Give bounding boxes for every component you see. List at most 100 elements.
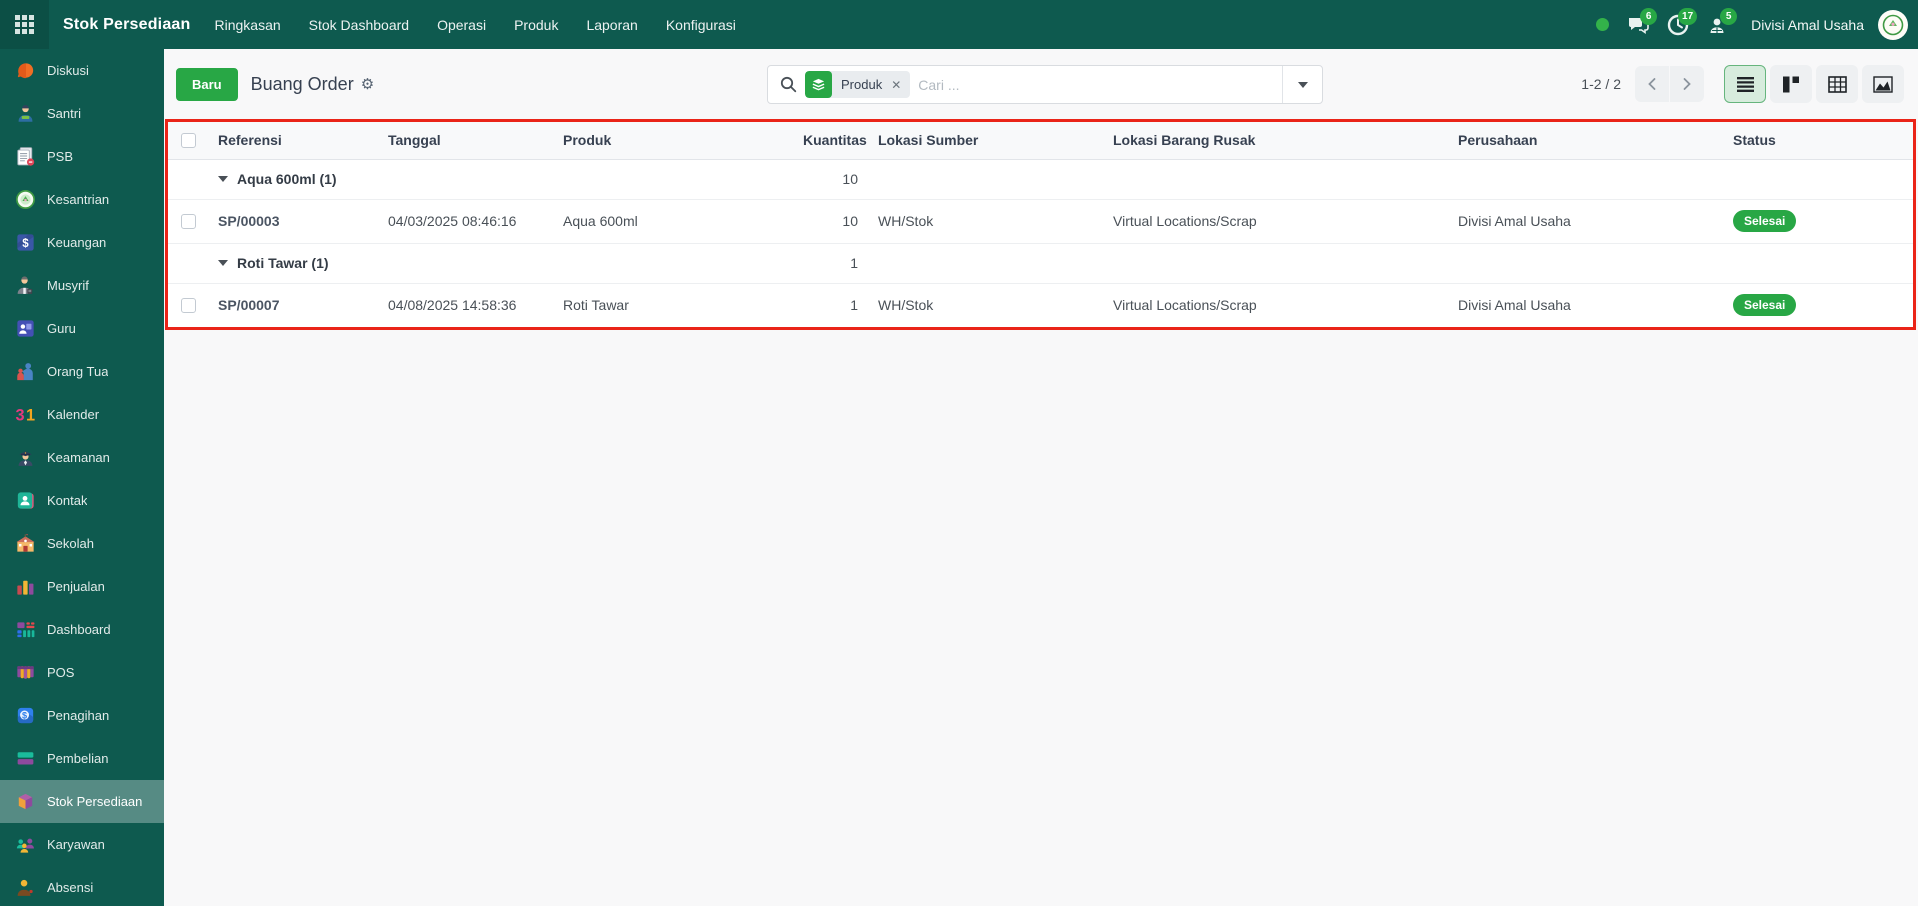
sidebar-item-keuangan[interactable]: $ Keuangan xyxy=(0,221,164,264)
calendar-31-icon: 31 xyxy=(13,403,37,427)
sidebar-item-kalender[interactable]: 31 Kalender xyxy=(0,393,164,436)
view-graph-button[interactable] xyxy=(1862,65,1904,103)
billing-dollar-icon: $ xyxy=(13,704,37,728)
sidebar-item-santri[interactable]: Santri xyxy=(0,92,164,135)
control-panel-right: 1-2 / 2 xyxy=(1581,65,1904,103)
menu-konfigurasi[interactable]: Konfigurasi xyxy=(652,0,750,49)
sidebar-item-pembelian[interactable]: Pembelian xyxy=(0,737,164,780)
sidebar-item-label: Kesantrian xyxy=(47,192,109,207)
row-checkbox[interactable] xyxy=(181,214,196,229)
sidebar-item-karyawan[interactable]: Karyawan xyxy=(0,823,164,866)
new-button[interactable]: Baru xyxy=(176,68,238,101)
pager-previous-button[interactable] xyxy=(1635,66,1669,102)
menu-ringkasan[interactable]: Ringkasan xyxy=(201,0,295,49)
cell-produk: Aqua 600ml xyxy=(553,199,793,243)
cell-referensi: SP/00007 xyxy=(208,283,378,327)
column-status[interactable]: Status xyxy=(1723,122,1913,159)
sidebar-item-orang-tua[interactable]: Orang Tua xyxy=(0,350,164,393)
requests-button[interactable]: 5 xyxy=(1701,8,1735,42)
left-sidebar: Diskusi Santri PSB Kesantrian xyxy=(0,49,164,906)
cell-produk: Roti Tawar xyxy=(553,283,793,327)
sidebar-item-kontak[interactable]: Kontak xyxy=(0,479,164,522)
sidebar-item-label: Diskusi xyxy=(47,63,89,78)
svg-text:1: 1 xyxy=(25,407,34,425)
svg-text:$: $ xyxy=(22,238,29,250)
menu-produk[interactable]: Produk xyxy=(500,0,572,49)
menu-stok-dashboard[interactable]: Stok Dashboard xyxy=(295,0,423,49)
search-input[interactable] xyxy=(918,77,1282,93)
user-menu[interactable]: Divisi Amal Usaha xyxy=(1751,17,1864,33)
search-facet-produk[interactable]: Produk ✕ xyxy=(805,71,910,98)
app-name[interactable]: Stok Persediaan xyxy=(63,16,191,34)
sidebar-item-label: PSB xyxy=(47,149,73,164)
content-area: Baru Buang Order ⚙ Produk ✕ xyxy=(164,49,1918,906)
sidebar-item-stok-persediaan[interactable]: Stok Persediaan xyxy=(0,780,164,823)
group-row-aqua-600ml[interactable]: Aqua 600ml (1) 10 xyxy=(168,159,1913,199)
table-row-sp00007[interactable]: SP/00007 04/08/2025 14:58:36 Roti Tawar … xyxy=(168,283,1913,327)
graph-view-icon xyxy=(1873,76,1893,93)
sidebar-item-kesantrian[interactable]: Kesantrian xyxy=(0,178,164,221)
activities-button[interactable]: 17 xyxy=(1661,8,1695,42)
dashboard-grid-icon xyxy=(13,618,37,642)
search-dropdown-toggle[interactable] xyxy=(1282,66,1322,103)
cell-lokasi-sumber: WH/Stok xyxy=(868,283,1103,327)
group-expand-icon[interactable] xyxy=(218,260,228,266)
settings-gear-icon[interactable]: ⚙ xyxy=(361,75,374,93)
menu-laporan[interactable]: Laporan xyxy=(572,0,651,49)
user-avatar[interactable] xyxy=(1878,10,1908,40)
group-by-layers-icon xyxy=(805,71,832,98)
page-title: Buang Order xyxy=(251,74,354,95)
menu-operasi[interactable]: Operasi xyxy=(423,0,500,49)
view-kanban-button[interactable] xyxy=(1770,65,1812,103)
column-lokasi-sumber[interactable]: Lokasi Sumber xyxy=(868,122,1103,159)
column-kuantitas[interactable]: Kuantitas xyxy=(793,122,868,159)
sidebar-item-musyrif[interactable]: Musyrif xyxy=(0,264,164,307)
sidebar-item-label: Sekolah xyxy=(47,536,94,551)
column-tanggal[interactable]: Tanggal xyxy=(378,122,553,159)
chat-bubble-icon xyxy=(13,59,37,83)
sidebar-item-keamanan[interactable]: Keamanan xyxy=(0,436,164,479)
column-produk[interactable]: Produk xyxy=(553,122,793,159)
sidebar-item-dashboard[interactable]: Dashboard xyxy=(0,608,164,651)
school-building-icon xyxy=(13,532,37,556)
select-all-checkbox[interactable] xyxy=(181,133,196,148)
sidebar-item-label: Pembelian xyxy=(47,751,108,766)
table-row-sp00003[interactable]: SP/00003 04/03/2025 08:46:16 Aqua 600ml … xyxy=(168,199,1913,243)
sales-chart-icon xyxy=(13,575,37,599)
documents-icon xyxy=(13,145,37,169)
facet-remove-icon[interactable]: ✕ xyxy=(889,78,910,92)
column-perusahaan[interactable]: Perusahaan xyxy=(1448,122,1723,159)
cell-referensi: SP/00003 xyxy=(208,199,378,243)
group-expand-icon[interactable] xyxy=(218,176,228,182)
header-select-all[interactable] xyxy=(168,122,208,159)
company-logo-icon xyxy=(1880,12,1906,38)
scrap-orders-table-highlight: Referensi Tanggal Produk Kuantitas Lokas… xyxy=(165,119,1916,330)
column-lokasi-barang-rusak[interactable]: Lokasi Barang Rusak xyxy=(1103,122,1448,159)
group-row-roti-tawar[interactable]: Roti Tawar (1) 1 xyxy=(168,243,1913,283)
column-referensi[interactable]: Referensi xyxy=(208,122,378,159)
view-pivot-button[interactable] xyxy=(1816,65,1858,103)
search-bar: Produk ✕ xyxy=(767,65,1323,104)
main-menu: Ringkasan Stok Dashboard Operasi Produk … xyxy=(201,0,750,49)
cell-lokasi-barang-rusak: Virtual Locations/Scrap xyxy=(1103,283,1448,327)
messages-button[interactable]: 6 xyxy=(1621,8,1655,42)
apps-menu-button[interactable] xyxy=(0,0,49,49)
sidebar-item-penjualan[interactable]: Penjualan xyxy=(0,565,164,608)
group-label: Roti Tawar (1) xyxy=(237,255,329,271)
row-checkbox[interactable] xyxy=(181,298,196,313)
sidebar-item-psb[interactable]: PSB xyxy=(0,135,164,178)
top-navbar: Stok Persediaan Ringkasan Stok Dashboard… xyxy=(0,0,1918,49)
pivot-view-icon xyxy=(1828,76,1847,93)
sidebar-item-penagihan[interactable]: $ Penagihan xyxy=(0,694,164,737)
sidebar-item-label: Santri xyxy=(47,106,81,121)
sidebar-item-pos[interactable]: POS xyxy=(0,651,164,694)
list-view-icon xyxy=(1736,76,1755,93)
sidebar-item-diskusi[interactable]: Diskusi xyxy=(0,49,164,92)
pager-next-button[interactable] xyxy=(1670,66,1704,102)
sidebar-item-guru[interactable]: Guru xyxy=(0,307,164,350)
sidebar-item-sekolah[interactable]: Sekolah xyxy=(0,522,164,565)
view-list-button[interactable] xyxy=(1724,65,1766,103)
status-badge: Selesai xyxy=(1733,294,1796,316)
sidebar-item-absensi[interactable]: Absensi xyxy=(0,866,164,906)
sidebar-item-label: Absensi xyxy=(47,880,93,895)
